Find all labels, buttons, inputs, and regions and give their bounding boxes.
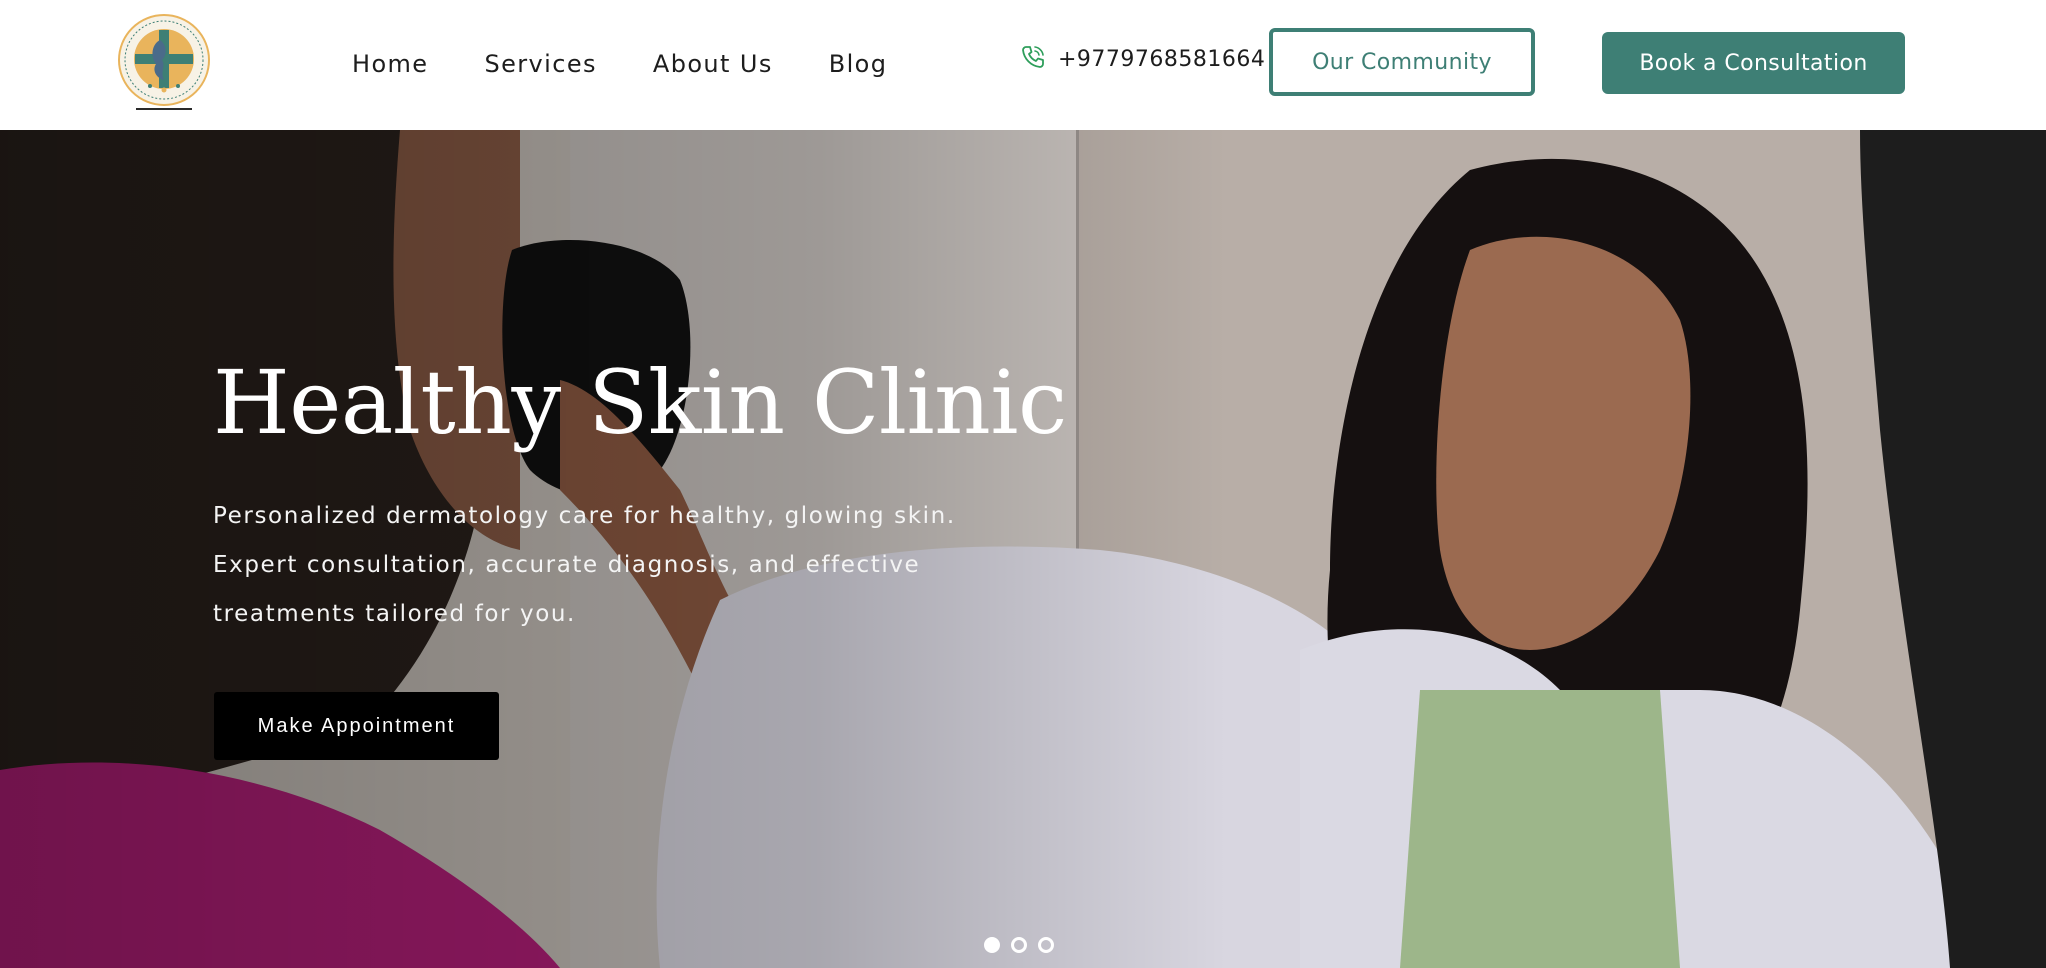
hero-title: Healthy Skin Clinic [213, 351, 1067, 454]
slider-dot-2[interactable] [1011, 937, 1027, 953]
nav-about-us[interactable]: About Us [653, 44, 773, 84]
site-header: Home Services About Us Blog +97797685816… [0, 0, 2046, 130]
phone-contact[interactable]: +9779768581664 [1020, 44, 1265, 74]
slider-dot-1[interactable] [984, 937, 1000, 953]
slider-dot-3[interactable] [1038, 937, 1054, 953]
phone-icon [1020, 44, 1046, 74]
make-appointment-button[interactable]: Make Appointment [214, 692, 499, 760]
phone-number[interactable]: +9779768581664 [1058, 47, 1265, 72]
hero-banner: Healthy Skin Clinic Personalized dermato… [0, 130, 2046, 968]
book-consultation-button[interactable]: Book a Consultation [1602, 32, 1905, 94]
slider-dots [984, 937, 1054, 953]
clinic-logo-icon[interactable] [116, 12, 212, 116]
nav-home[interactable]: Home [352, 44, 428, 84]
nav-services[interactable]: Services [484, 44, 596, 84]
nav-blog[interactable]: Blog [829, 44, 888, 84]
hero-description: Personalized dermatology care for health… [213, 503, 956, 627]
our-community-button[interactable]: Our Community [1269, 28, 1535, 96]
main-nav: Home Services About Us Blog [352, 44, 943, 84]
